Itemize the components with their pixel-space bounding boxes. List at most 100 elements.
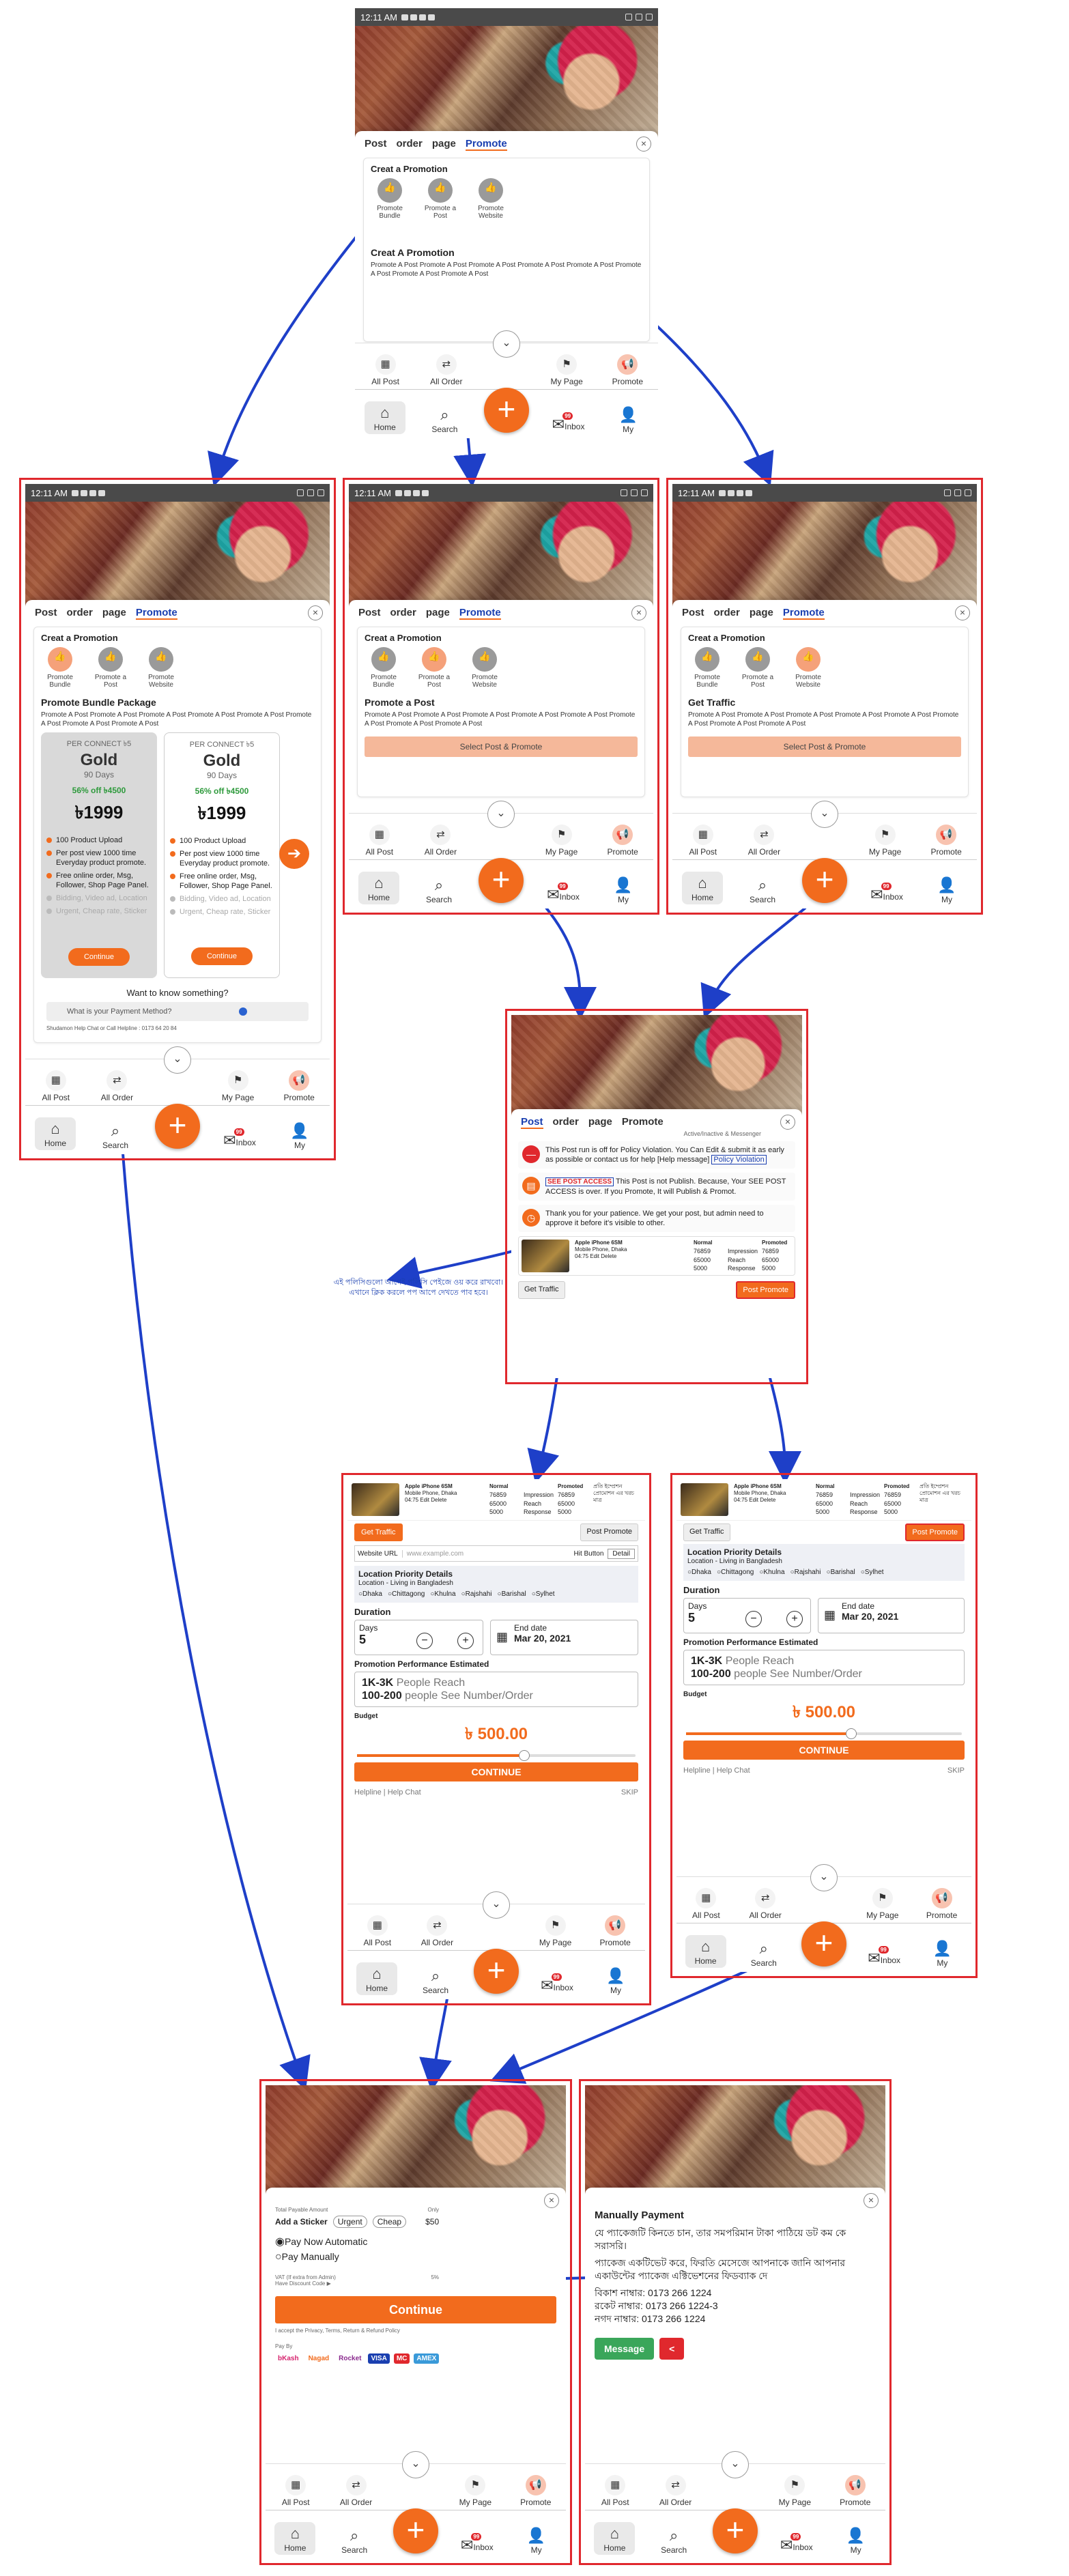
minus-button[interactable]: − (745, 1611, 762, 1627)
nav-inbox[interactable]: ✉ 99 Inbox (776, 2533, 817, 2555)
tab-page[interactable]: page (426, 607, 450, 620)
nav-search[interactable]: ⌕ Search (653, 2526, 694, 2555)
my-page-button[interactable]: ⚑ My Page (217, 1070, 259, 1102)
add-button[interactable]: + (393, 2508, 438, 2553)
help-chat-link[interactable]: Help Chat (717, 1766, 750, 1775)
all-order-button[interactable]: ⇄ All Order (416, 1915, 458, 1947)
continue-button[interactable]: Continue (275, 2296, 556, 2323)
promote-button[interactable]: 📢 Promote (515, 2475, 557, 2507)
location-radio[interactable]: Sylhet (532, 1590, 555, 1599)
tab-promote[interactable]: Promote (465, 138, 507, 151)
location-radio[interactable]: Sylhet (861, 1568, 884, 1577)
post-promote-button[interactable]: Post Promote (580, 1523, 638, 1541)
slider-knob[interactable] (846, 1728, 857, 1739)
post-promote-button[interactable]: Post Promote (905, 1523, 965, 1541)
location-radio[interactable]: Rajshahi (461, 1590, 492, 1599)
tab-order[interactable]: order (397, 138, 423, 151)
promote-website-option[interactable]: Promote Website (142, 647, 180, 689)
close-icon[interactable]: × (631, 605, 646, 620)
nav-home[interactable]: ⌂ Home (682, 872, 723, 904)
nav-inbox[interactable]: ✉ 99 Inbox (548, 412, 589, 434)
helpline-link[interactable]: Helpline (354, 1788, 382, 1797)
promote-button[interactable]: 📢 Promote (594, 1915, 636, 1947)
my-page-button[interactable]: ⚑ My Page (541, 825, 583, 857)
nav-my[interactable]: 👤 My (279, 1121, 320, 1150)
location-radio[interactable]: Chittagong (388, 1590, 425, 1599)
chevron-down-icon[interactable]: ⌄ (810, 1864, 838, 1891)
location-radio[interactable]: Dhaka (687, 1568, 711, 1577)
tab-page[interactable]: page (432, 138, 456, 151)
detail-select[interactable]: Detail (608, 1548, 635, 1559)
close-icon[interactable]: × (544, 2193, 559, 2208)
nav-search[interactable]: ⌕ Search (742, 876, 783, 904)
close-icon[interactable]: × (308, 605, 323, 620)
nav-inbox[interactable]: ✉ 99 Inbox (537, 1973, 578, 1995)
continue-button[interactable]: Continue (68, 948, 130, 966)
location-radio[interactable]: Rajshahi (790, 1568, 821, 1577)
close-icon[interactable]: × (636, 137, 651, 152)
rocket-logo[interactable]: Rocket (336, 2353, 364, 2364)
continue-button[interactable]: CONTINUE (683, 1741, 965, 1760)
tab-page[interactable]: page (102, 607, 126, 620)
location-radio[interactable]: Khulna (759, 1568, 784, 1577)
nav-my[interactable]: 👤 My (922, 1939, 963, 1968)
pay-auto-radio[interactable]: Pay Now Automatic (275, 2235, 556, 2248)
nav-my[interactable]: 👤 My (516, 2526, 557, 2555)
close-icon[interactable]: × (780, 1115, 795, 1130)
promote-button[interactable]: 📢 Promote (606, 354, 648, 386)
location-radio[interactable]: Khulna (430, 1590, 455, 1599)
add-button[interactable]: + (155, 1104, 200, 1149)
amex-logo[interactable]: AMEX (414, 2353, 440, 2364)
add-button[interactable]: + (479, 858, 524, 903)
promote-bundle-option[interactable]: Promote Bundle (365, 647, 403, 689)
package-card[interactable]: PER CONNECT ৳5 Gold 90 Days 56% off ৳450… (164, 732, 280, 978)
package-card[interactable]: PER CONNECT ৳5 Gold 90 Days 56% off ৳450… (41, 732, 157, 978)
all-post-button[interactable]: ▦ All Post (365, 354, 407, 386)
chevron-down-icon[interactable]: ⌄ (483, 1891, 510, 1919)
my-page-button[interactable]: ⚑ My Page (534, 1915, 577, 1947)
nav-inbox[interactable]: ✉ 99 Inbox (457, 2533, 498, 2555)
all-order-button[interactable]: ⇄ All Order (96, 1070, 138, 1102)
tab-promote[interactable]: Promote (782, 607, 825, 620)
message-button[interactable]: Message (595, 2338, 655, 2360)
chevron-down-icon[interactable]: ⌄ (811, 801, 838, 828)
location-radio[interactable]: Dhaka (358, 1590, 382, 1599)
tab-order[interactable]: order (67, 607, 93, 620)
end-date-field[interactable]: ▦ End date Mar 20, 2021 (818, 1598, 965, 1633)
all-post-button[interactable]: ▦ All Post (594, 2475, 636, 2507)
promote-button[interactable]: 📢 Promote (834, 2475, 876, 2507)
all-post-button[interactable]: ▦ All Post (682, 825, 724, 857)
select-post-button[interactable]: Select Post & Promote (688, 736, 961, 757)
promote-bundle-option[interactable]: Promote Bundle (41, 647, 79, 689)
nav-search[interactable]: ⌕ Search (424, 405, 465, 434)
nav-search[interactable]: ⌕ Search (743, 1939, 784, 1968)
promote-post-option[interactable]: Promote a Post (415, 647, 453, 689)
accept-policy-checkbox[interactable]: I accept the Privacy, Terms, Return & Re… (275, 2328, 556, 2334)
nav-home[interactable]: ⌂ Home (685, 1935, 726, 1968)
promote-website-option[interactable]: Promote Website (472, 178, 510, 220)
nav-home[interactable]: ⌂ Home (594, 2522, 636, 2555)
nav-inbox[interactable]: ✉ 99 Inbox (543, 883, 584, 904)
tab-post[interactable]: Post (358, 607, 381, 620)
chevron-down-icon[interactable]: ⌄ (164, 1046, 191, 1074)
see-post-access-link[interactable]: SEE POST ACCESS (545, 1177, 614, 1186)
nav-home[interactable]: ⌂ Home (35, 1117, 76, 1150)
promote-button[interactable]: 📢 Promote (925, 825, 967, 857)
faq-item[interactable]: What is your Payment Method? (46, 1002, 309, 1021)
tab-post[interactable]: Post (682, 607, 704, 620)
add-button[interactable]: + (802, 858, 847, 903)
nav-home[interactable]: ⌂ Home (274, 2522, 316, 2555)
nav-my[interactable]: 👤 My (608, 405, 648, 434)
nav-search[interactable]: ⌕ Search (334, 2526, 375, 2555)
promote-post-option[interactable]: Promote a Post (739, 647, 777, 689)
nav-search[interactable]: ⌕ Search (418, 876, 459, 904)
nav-my[interactable]: 👤 My (595, 1966, 636, 1995)
next-arrow-icon[interactable]: ➔ (279, 839, 309, 869)
get-traffic-button[interactable]: Get Traffic (518, 1281, 565, 1299)
skip-link[interactable]: SKIP (621, 1788, 638, 1797)
my-page-button[interactable]: ⚑ My Page (773, 2475, 816, 2507)
nav-inbox[interactable]: ✉ 99 Inbox (866, 883, 907, 904)
all-post-button[interactable]: ▦ All Post (358, 825, 401, 857)
all-post-button[interactable]: ▦ All Post (685, 1888, 727, 1920)
minus-button[interactable]: − (416, 1633, 433, 1649)
